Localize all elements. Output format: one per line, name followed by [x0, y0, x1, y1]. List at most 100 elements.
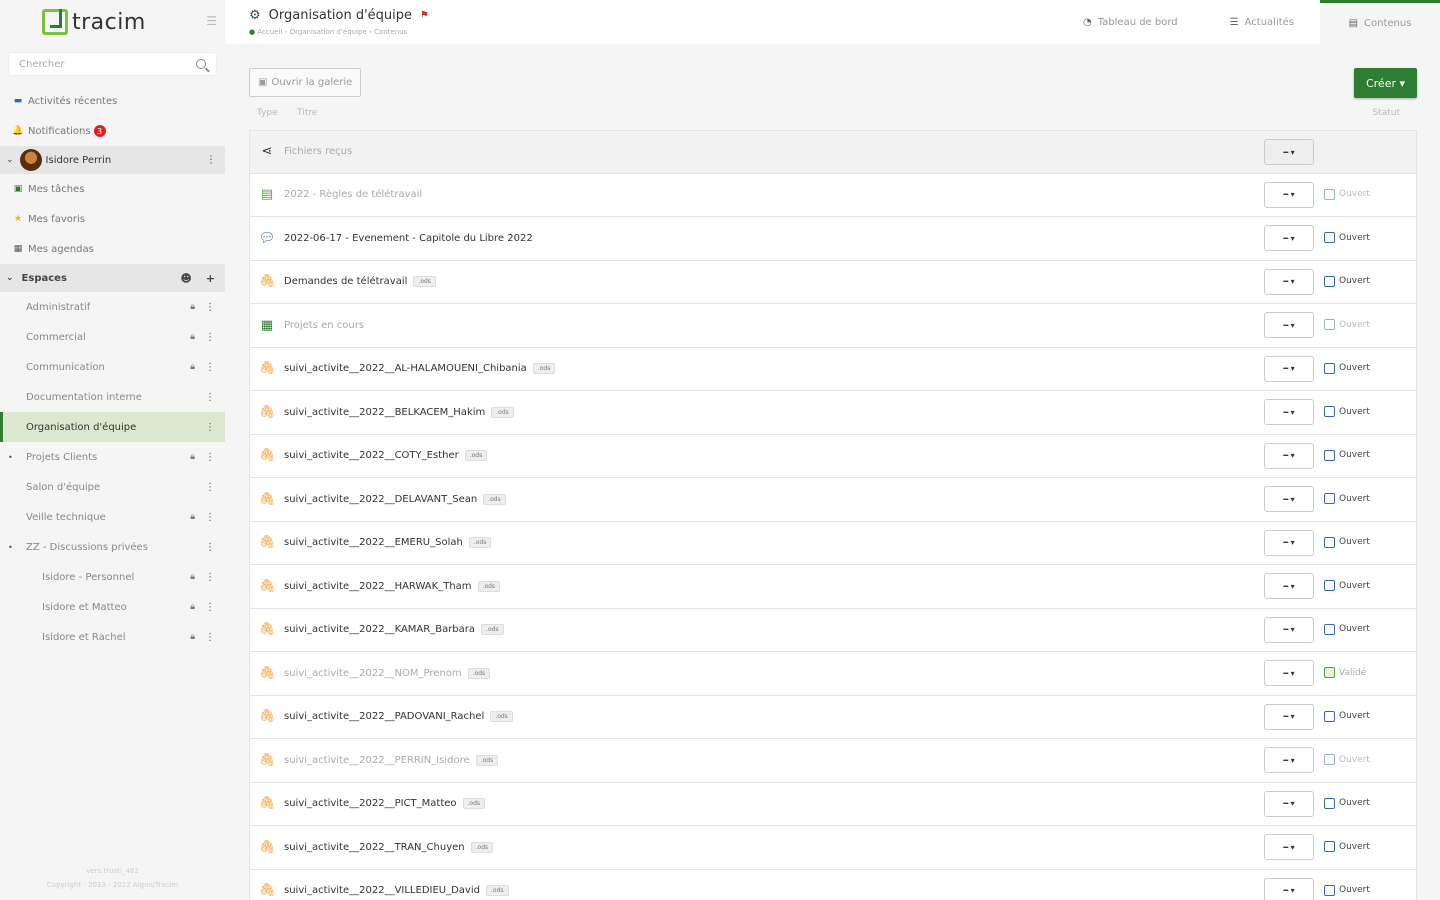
tab-news[interactable]: ☰ Actualités — [1204, 0, 1320, 44]
kebab-icon[interactable]: ⋮ — [205, 392, 215, 403]
actions-dropdown[interactable]: ━ ▾ — [1264, 486, 1314, 512]
actions-dropdown[interactable]: ━ ▾ — [1264, 181, 1314, 208]
chevron-down-icon[interactable]: ⌄ — [6, 155, 14, 165]
status-badge[interactable]: Ouvert — [1324, 623, 1370, 635]
status-badge[interactable]: Ouvert — [1324, 754, 1370, 765]
space-item[interactable]: Veille technique 🔒︎ ⋮ — [0, 502, 225, 532]
actions-dropdown[interactable]: ━ ▾ — [1264, 747, 1314, 773]
content-title[interactable]: suivi_activite__2022__BELKACEM_Hakim .ods — [284, 406, 514, 418]
content-title[interactable]: suivi_activite__2022__PERRIN_Isidore .ods — [284, 754, 499, 766]
actions-dropdown[interactable]: ━ ▾ — [1264, 573, 1314, 599]
space-item[interactable]: Salon d'équipe ⋮ — [0, 472, 225, 502]
kebab-icon[interactable]: ⋮ — [205, 362, 215, 373]
status-badge[interactable]: Ouvert — [1324, 188, 1370, 200]
actions-dropdown[interactable]: ━ ▾ — [1264, 399, 1314, 425]
content-row[interactable]: 🖇︎ suivi_activite__2022__NOM_Prenom .ods ━ … — [249, 652, 1417, 696]
actions-dropdown[interactable]: ━ ▾ — [1264, 529, 1314, 556]
nav-notifications[interactable]: 🔔 Notifications 3 — [0, 116, 225, 146]
content-title[interactable]: 2022-06-17 - Evenement - Capitole du Lib… — [284, 233, 533, 244]
breadcrumb[interactable]: ● Accueil › Organisation d'équipe › Cont… — [249, 28, 407, 36]
actions-dropdown[interactable]: ━ ▾ — [1264, 790, 1314, 817]
content-row[interactable]: 🖇︎ Demandes de télétravail .ods ━ ▾ Ouvert — [249, 260, 1417, 304]
content-title[interactable]: Demandes de télétravail .ods — [284, 276, 436, 288]
join-space-icon[interactable]: ☻ — [180, 272, 191, 285]
content-row[interactable]: 🖇︎ suivi_activite__2022__DELAVANT_Sean .od… — [249, 478, 1417, 522]
expand-bullet-icon[interactable]: • — [8, 543, 13, 552]
content-title[interactable]: suivi_activite__2022__TRAN_Chuyen .ods — [284, 841, 494, 853]
content-title[interactable]: suivi_activite__2022__NOM_Prenom .ods — [284, 667, 491, 679]
content-title[interactable]: suivi_activite__2022__AL-HALAMOUENI_Chib… — [284, 363, 556, 375]
content-row[interactable]: 🖇︎ suivi_activite__2022__EMERU_Solah .ods ━… — [249, 521, 1417, 565]
space-item[interactable]: Isidore - Personnel 🔒︎ ⋮ — [0, 562, 225, 592]
content-row[interactable]: 🖇︎ suivi_activite__2022__COTY_Esther .ods ━… — [249, 434, 1417, 478]
create-button[interactable]: Créer ▾ — [1354, 68, 1417, 98]
kebab-icon[interactable]: ⋮ — [205, 452, 215, 463]
gear-icon[interactable]: ⚙ — [249, 8, 261, 23]
content-row[interactable]: 🖇︎ suivi_activite__2022__AL-HALAMOUENI_Ch… — [249, 347, 1417, 391]
nav-my-favorites[interactable]: ★ Mes favoris — [0, 204, 225, 234]
kebab-icon[interactable]: ⋮ — [205, 632, 215, 643]
kebab-icon[interactable]: ⋮ — [205, 482, 215, 493]
spaces-header[interactable]: ⌄ Espaces ☻ + — [0, 264, 225, 292]
tab-contents[interactable]: ▤ Contenus — [1320, 0, 1440, 44]
logo[interactable]: tracim ☰ — [0, 0, 225, 44]
status-badge[interactable]: Ouvert — [1324, 884, 1370, 896]
content-row[interactable]: 💬︎ 2022-06-17 - Evenement - Capitole du L… — [249, 217, 1417, 261]
content-row[interactable]: 🖇︎ suivi_activite__2022__PERRIN_Isidore .o… — [249, 739, 1417, 783]
actions-dropdown[interactable]: ━ ▾ — [1264, 703, 1314, 730]
content-title[interactable]: suivi_activite__2022__VILLEDIEU_David .od… — [284, 885, 509, 897]
content-row[interactable]: ▦ Projets en cours ━ ▾ Ouvert — [249, 304, 1417, 348]
content-title[interactable]: suivi_activite__2022__COTY_Esther .ods — [284, 450, 488, 462]
actions-dropdown[interactable]: ━ ▾ — [1264, 355, 1314, 382]
status-badge[interactable]: Ouvert — [1324, 536, 1370, 548]
expand-bullet-icon[interactable]: • — [8, 453, 13, 462]
status-badge[interactable]: Ouvert — [1324, 232, 1370, 243]
kebab-icon[interactable]: ⋮ — [205, 542, 215, 553]
kebab-icon[interactable]: ⋮ — [205, 512, 215, 523]
content-title[interactable]: suivi_activite__2022__HARWAK_Tham .ods — [284, 580, 501, 592]
content-title[interactable]: 2022 - Règles de télétravail — [284, 189, 422, 200]
content-row[interactable]: 🖇︎ suivi_activite__2022__KAMAR_Barbara .od… — [249, 608, 1417, 652]
content-title[interactable]: suivi_activite__2022__EMERU_Solah .ods — [284, 537, 492, 549]
content-title[interactable]: Fichiers reçus — [284, 146, 352, 157]
status-badge[interactable]: Ouvert — [1324, 275, 1370, 287]
kebab-icon[interactable]: ⋮ — [205, 422, 215, 433]
column-header-status[interactable]: Statut — [1372, 108, 1400, 118]
open-gallery-button[interactable]: ▣ Ouvrir la galerie — [249, 68, 362, 97]
tab-dashboard[interactable]: ◔ Tableau de bord — [1057, 0, 1204, 44]
status-badge[interactable]: Ouvert — [1324, 362, 1370, 374]
space-item[interactable]: Isidore et Matteo 🔒︎ ⋮ — [0, 592, 225, 622]
content-row[interactable]: 🖇︎ suivi_activite__2022__VILLEDIEU_David.… — [249, 869, 1417, 900]
actions-dropdown[interactable]: ━ ▾ — [1264, 312, 1314, 338]
search-icon[interactable] — [196, 59, 206, 69]
content-title[interactable]: suivi_activite__2022__KAMAR_Barbara .ods — [284, 624, 504, 636]
kebab-icon[interactable]: ⋮ — [205, 572, 215, 583]
actions-dropdown[interactable]: ━ ▾ — [1264, 442, 1314, 469]
content-title[interactable]: Projets en cours — [284, 320, 364, 331]
actions-dropdown[interactable]: ━ ▾ — [1264, 225, 1314, 251]
space-item[interactable]: • ZZ - Discussions privées ⋮ — [0, 532, 225, 562]
nav-my-calendars[interactable]: ▦ Mes agendas — [0, 234, 225, 264]
status-badge[interactable]: Ouvert — [1324, 580, 1370, 591]
content-row[interactable]: 🖇︎ suivi_activite__2022__TRAN_Chuyen .ods ━… — [249, 826, 1417, 870]
status-badge[interactable]: Ouvert — [1324, 797, 1370, 809]
add-space-icon[interactable]: + — [206, 272, 215, 285]
space-item[interactable]: • Projets Clients 🔒︎ ⋮ — [0, 442, 225, 472]
column-header-type[interactable]: Type — [257, 108, 278, 118]
content-title[interactable]: suivi_activite__2022__DELAVANT_Sean .ods — [284, 493, 506, 505]
actions-dropdown[interactable]: ━ ▾ — [1264, 616, 1314, 643]
content-row[interactable]: ⋖ Fichiers reçus ━ ▾ — [249, 130, 1417, 174]
content-row[interactable]: ▤ 2022 - Règles de télétravail ━ ▾ Ouvert — [249, 173, 1417, 217]
status-badge[interactable]: Ouvert — [1324, 449, 1370, 461]
status-badge[interactable]: Ouvert — [1324, 319, 1370, 330]
kebab-icon[interactable]: ⋮ — [205, 332, 215, 343]
space-item[interactable]: Commercial 🔒︎ ⋮ — [0, 322, 225, 352]
actions-dropdown[interactable]: ━ ▾ — [1264, 660, 1314, 686]
status-badge[interactable]: Ouvert — [1324, 406, 1370, 417]
content-row[interactable]: 🖇︎ suivi_activite__2022__HARWAK_Tham .ods ━… — [249, 565, 1417, 609]
kebab-icon[interactable]: ⋮ — [205, 302, 215, 313]
kebab-icon[interactable]: ⋮ — [205, 602, 215, 613]
nav-recent-activities[interactable]: ▬ Activités récentes — [0, 86, 225, 116]
status-badge[interactable]: Ouvert — [1324, 493, 1370, 504]
content-title[interactable]: suivi_activite__2022__PICT_Matteo .ods — [284, 798, 486, 810]
